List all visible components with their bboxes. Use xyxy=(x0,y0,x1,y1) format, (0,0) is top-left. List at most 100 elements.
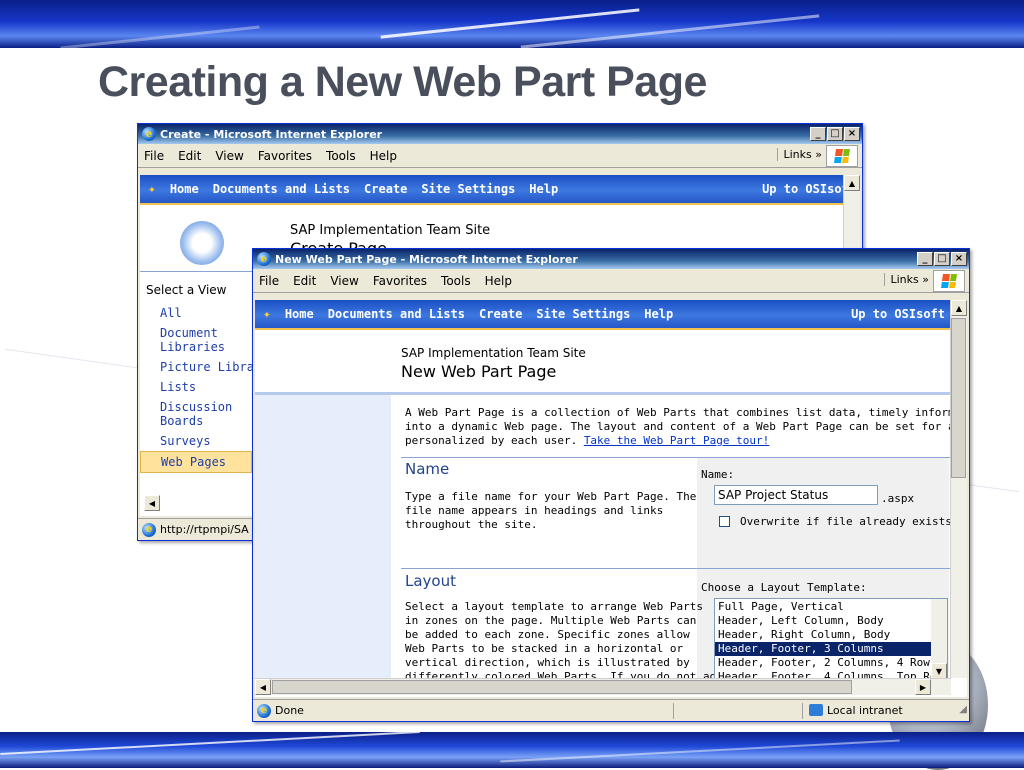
view-list: All Document Libraries Picture Libraries… xyxy=(140,303,283,473)
view-all[interactable]: All xyxy=(140,303,252,323)
view-document-libraries[interactable]: Document Libraries xyxy=(140,323,230,357)
menu-bar: File Edit View Favorites Tools Help Link… xyxy=(253,269,969,293)
minimize-button[interactable]: _ xyxy=(810,127,826,141)
name-section-heading: Name xyxy=(405,460,450,478)
menu-help[interactable]: Help xyxy=(370,149,397,163)
menu-file[interactable]: File xyxy=(144,149,164,163)
overwrite-checkbox[interactable] xyxy=(719,516,730,527)
zone-text: Local intranet xyxy=(827,704,903,717)
nav-documents-and-lists[interactable]: Documents and Lists xyxy=(328,307,465,321)
nav-site-settings[interactable]: Site Settings xyxy=(536,307,630,321)
nav-create[interactable]: Create xyxy=(479,307,522,321)
left-navigation-pane xyxy=(255,395,391,695)
slide-header-band xyxy=(0,0,1024,48)
maximize-button[interactable]: □ xyxy=(934,252,950,266)
window-title: Create - Microsoft Internet Explorer xyxy=(160,127,383,141)
menu-help[interactable]: Help xyxy=(485,274,512,288)
listbox-scrollbar[interactable]: ▼ xyxy=(931,599,947,679)
windows-logo-icon xyxy=(826,145,858,167)
layout-template-listbox[interactable]: Full Page, Vertical Header, Left Column,… xyxy=(714,598,948,680)
layout-section-heading: Layout xyxy=(405,572,456,590)
ie-icon: e xyxy=(257,252,271,266)
select-a-view-label: Select a View xyxy=(146,283,227,297)
file-extension: .aspx xyxy=(881,492,915,505)
nav-site-settings[interactable]: Site Settings xyxy=(421,182,515,196)
overwrite-label: Overwrite if file already exists? xyxy=(740,515,959,528)
name-section-description: Type a file name for your Web Part Page.… xyxy=(405,490,697,531)
layout-template-label: Choose a Layout Template: xyxy=(701,581,867,594)
nav-help[interactable]: Help xyxy=(644,307,673,321)
layout-option-selected[interactable]: Header, Footer, 3 Columns xyxy=(715,642,931,656)
home-icon: ✦ xyxy=(263,306,271,322)
view-discussion-boards[interactable]: Discussion Boards xyxy=(140,397,232,431)
sharepoint-nav-bar: ✦ Home Documents and Lists Create Site S… xyxy=(140,175,860,205)
view-lists[interactable]: Lists xyxy=(140,377,252,397)
view-picture-libraries[interactable]: Picture Libraries xyxy=(140,357,283,377)
status-url: http://rtpmpi/SA xyxy=(160,523,249,536)
scroll-left-button[interactable]: ◀ xyxy=(144,495,160,511)
view-surveys[interactable]: Surveys xyxy=(140,431,252,451)
menu-favorites[interactable]: Favorites xyxy=(373,274,427,288)
scroll-right-button[interactable]: ▶ xyxy=(915,679,931,695)
nav-home[interactable]: Home xyxy=(285,307,314,321)
status-text: Done xyxy=(275,704,304,717)
menu-tools[interactable]: Tools xyxy=(326,149,356,163)
slide-footer-band xyxy=(0,732,1024,768)
layout-option[interactable]: Full Page, Vertical xyxy=(715,600,931,614)
intranet-icon xyxy=(809,704,823,716)
ie-icon: e xyxy=(142,127,156,141)
status-bar: e Done Local intranet ◢ xyxy=(253,699,969,721)
horizontal-scrollbar[interactable]: ◀ ▶ xyxy=(255,678,951,695)
create-window-titlebar[interactable]: e Create - Microsoft Internet Explorer _… xyxy=(138,124,862,144)
resize-grip-icon[interactable]: ◢ xyxy=(959,704,967,715)
nav-documents-and-lists[interactable]: Documents and Lists xyxy=(213,182,350,196)
menu-file[interactable]: File xyxy=(259,274,279,288)
layout-option[interactable]: Header, Right Column, Body xyxy=(715,628,931,642)
scroll-up-button[interactable]: ▲ xyxy=(844,175,860,191)
scrollbar-thumb[interactable] xyxy=(951,318,966,478)
links-toolbar[interactable]: Links » xyxy=(776,148,822,161)
sharepoint-nav-bar: ✦ Home Documents and Lists Create Site S… xyxy=(255,300,967,330)
site-name: SAP Implementation Team Site xyxy=(290,223,491,238)
menu-view[interactable]: View xyxy=(215,149,243,163)
name-input[interactable]: SAP Project Status xyxy=(714,485,878,505)
slide-title: Creating a New Web Part Page xyxy=(98,58,707,106)
listbox-scroll-down-button[interactable]: ▼ xyxy=(931,663,947,679)
intro-text: A Web Part Page is a collection of Web P… xyxy=(405,406,967,447)
close-button[interactable]: × xyxy=(844,127,860,141)
site-icon xyxy=(180,221,224,265)
nav-create[interactable]: Create xyxy=(364,182,407,196)
page-icon: e xyxy=(142,522,156,537)
vertical-scrollbar[interactable]: ▲ xyxy=(950,300,967,678)
minimize-button[interactable]: _ xyxy=(917,252,933,266)
menu-edit[interactable]: Edit xyxy=(293,274,316,288)
nav-up-to[interactable]: Up to OSIsoft xyxy=(851,307,945,321)
window-title: New Web Part Page - Microsoft Internet E… xyxy=(275,252,578,266)
page-icon: e xyxy=(257,703,271,718)
nav-up-to[interactable]: Up to OSIsoft xyxy=(762,182,856,196)
windows-logo-icon xyxy=(933,270,965,292)
close-button[interactable]: × xyxy=(951,252,967,266)
nav-help[interactable]: Help xyxy=(529,182,558,196)
layout-option[interactable]: Header, Left Column, Body xyxy=(715,614,931,628)
home-icon: ✦ xyxy=(148,181,156,197)
menu-view[interactable]: View xyxy=(330,274,358,288)
nav-home[interactable]: Home xyxy=(170,182,199,196)
name-section-right-pane xyxy=(697,458,949,570)
view-web-pages[interactable]: Web Pages xyxy=(140,451,252,473)
new-web-part-page-window: e New Web Part Page - Microsoft Internet… xyxy=(252,248,970,722)
menu-tools[interactable]: Tools xyxy=(441,274,471,288)
menu-edit[interactable]: Edit xyxy=(178,149,201,163)
scroll-up-button[interactable]: ▲ xyxy=(951,300,967,316)
page-content: ✦ Home Documents and Lists Create Site S… xyxy=(255,300,967,697)
window-titlebar[interactable]: e New Web Part Page - Microsoft Internet… xyxy=(253,249,969,269)
scroll-left-button[interactable]: ◀ xyxy=(255,679,271,695)
web-part-page-tour-link[interactable]: Take the Web Part Page tour! xyxy=(584,434,769,447)
name-field-label: Name: xyxy=(701,468,735,481)
maximize-button[interactable]: □ xyxy=(827,127,843,141)
menu-bar: File Edit View Favorites Tools Help Link… xyxy=(138,144,862,168)
layout-option[interactable]: Header, Footer, 2 Columns, 4 Rows xyxy=(715,656,937,670)
horizontal-scrollbar-thumb[interactable] xyxy=(272,680,852,694)
menu-favorites[interactable]: Favorites xyxy=(258,149,312,163)
links-toolbar[interactable]: Links » xyxy=(883,273,929,286)
